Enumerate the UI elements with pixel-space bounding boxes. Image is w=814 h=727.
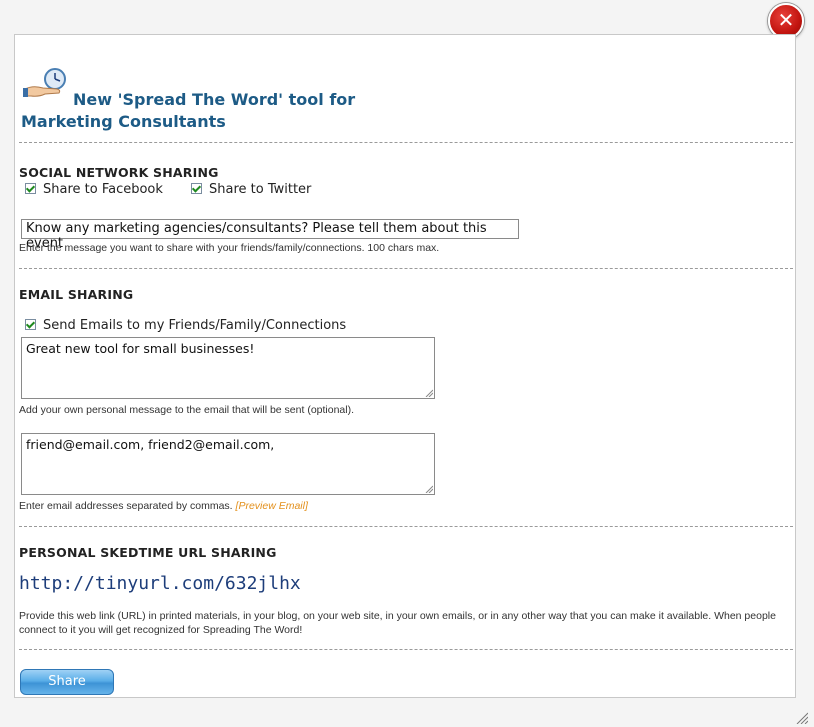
email-addresses-text: friend@email.com, friend2@email.com, [26,437,275,452]
spread-the-word-dialog: New 'Spread The Word' tool for Marketing… [14,34,796,698]
url-description: Provide this web link (URL) in printed m… [19,610,776,636]
personal-message-hint: Add your own personal message to the ema… [19,404,355,416]
send-emails-label: Send Emails to my Friends/Family/Connect… [43,318,347,333]
preview-email-link[interactable]: [Preview Email] [236,500,308,512]
divider [19,268,793,269]
send-emails-checkbox[interactable] [25,319,36,330]
resize-grip-icon[interactable] [425,485,433,493]
divider [19,526,793,527]
email-addresses-hint-text: Enter email addresses separated by comma… [19,500,233,512]
social-section-title: SOCIAL NETWORK SHARING [19,165,219,180]
share-message-input[interactable]: Know any marketing agencies/consultants?… [21,219,519,251]
divider [19,142,793,143]
email-addresses-hint: Enter email addresses separated by comma… [19,500,308,512]
personal-message-textarea[interactable]: Great new tool for small businesses! [21,337,435,399]
facebook-checkbox[interactable] [25,183,36,194]
share-message-hint: Enter the message you want to share with… [19,242,440,254]
share-button[interactable]: Share [20,669,114,695]
email-addresses-textarea[interactable]: friend@email.com, friend2@email.com, [21,433,435,495]
facebook-label: Share to Facebook [43,182,163,197]
personal-url[interactable]: http://tinyurl.com/632jlhx [19,573,301,594]
personal-message-text: Great new tool for small businesses! [26,341,255,356]
divider [19,649,793,650]
resize-grip-icon[interactable] [425,389,433,397]
page-title: New 'Spread The Word' tool for Marketing… [21,90,356,131]
email-section-title: EMAIL SHARING [19,287,134,302]
window-resize-icon[interactable] [796,712,808,724]
twitter-label: Share to Twitter [209,182,312,197]
url-section-title: PERSONAL SKEDTIME URL SHARING [19,545,277,560]
twitter-checkbox[interactable] [191,183,202,194]
close-icon: ✕ [777,8,795,32]
